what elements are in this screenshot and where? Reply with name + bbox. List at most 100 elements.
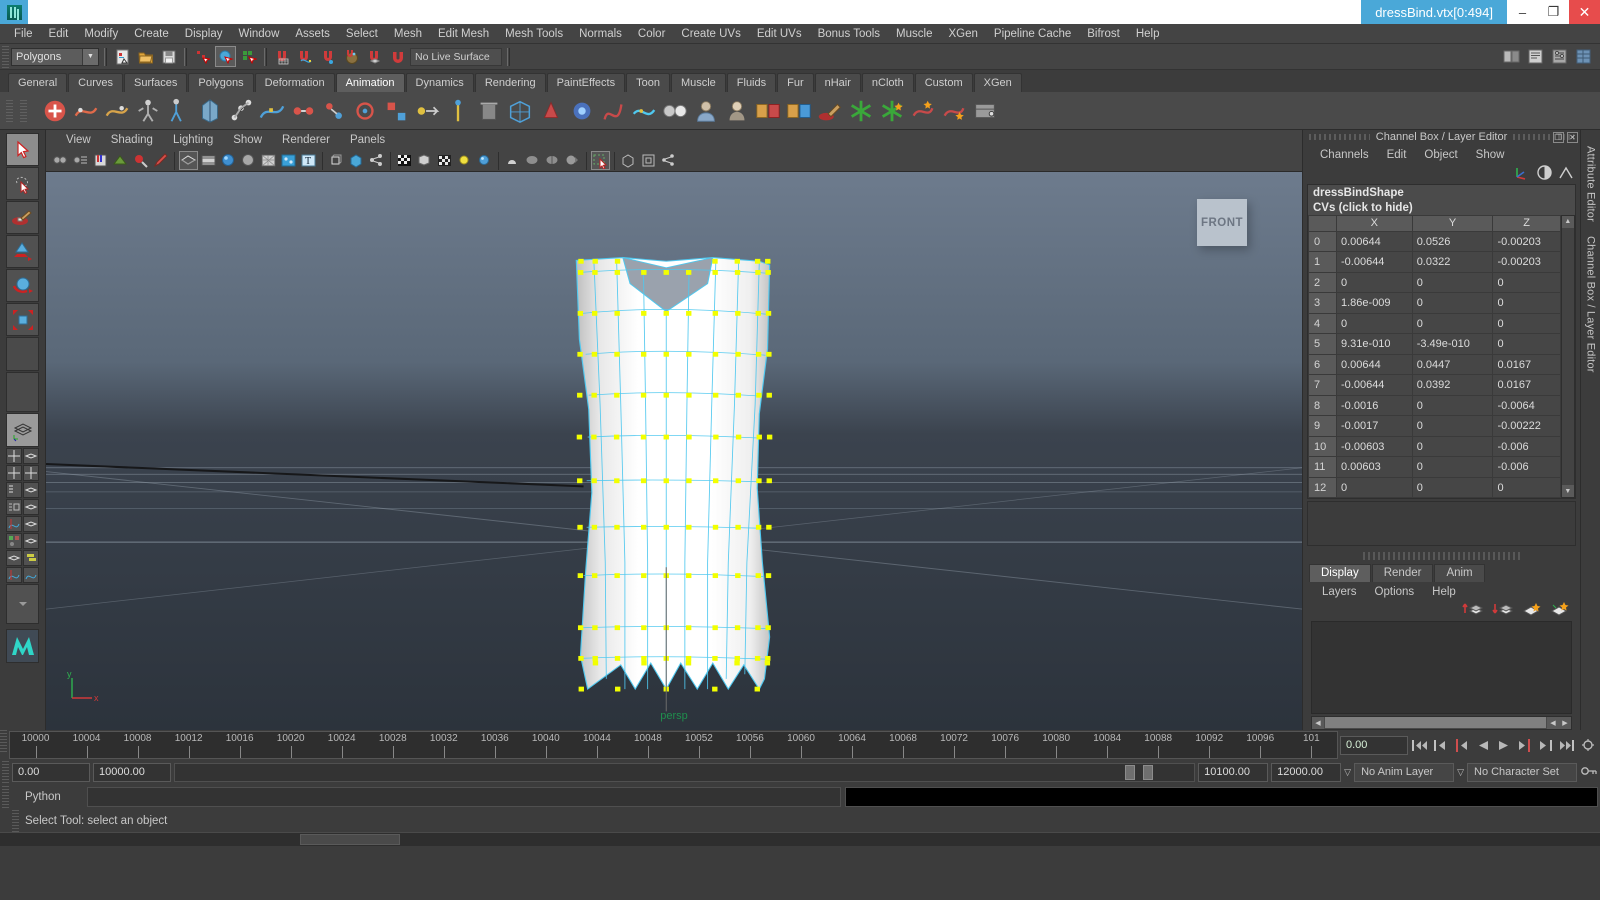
- share-viewport-icon[interactable]: [367, 151, 386, 170]
- show-hide-editors-icon[interactable]: [1501, 46, 1522, 67]
- cv-x-value[interactable]: 0: [1336, 271, 1413, 294]
- range-grip[interactable]: [2, 761, 9, 783]
- make-live-icon[interactable]: [387, 46, 408, 67]
- character-set-dropdown[interactable]: No Character Set: [1467, 762, 1577, 782]
- snap-to-point-icon[interactable]: [318, 46, 339, 67]
- deformer-lattice-icon[interactable]: [505, 95, 535, 127]
- snap-to-grid-icon[interactable]: [272, 46, 293, 67]
- time-tick[interactable]: 10020: [265, 732, 316, 758]
- graph-editor-layout-icon[interactable]: [6, 516, 22, 532]
- cv-z-value[interactable]: -0.00203: [1492, 251, 1561, 273]
- constraint-aim-icon[interactable]: [412, 95, 442, 127]
- cv-y-value[interactable]: 0: [1411, 271, 1494, 294]
- grease-pencil-icon[interactable]: [151, 151, 170, 170]
- add-breakdown-icon[interactable]: [939, 95, 969, 127]
- motion-trail-icon[interactable]: [753, 95, 783, 127]
- text-display-icon[interactable]: T: [299, 151, 318, 170]
- layer-tab-render[interactable]: Render: [1371, 564, 1434, 583]
- multilister-layout-icon[interactable]: [23, 550, 39, 566]
- layer-list[interactable]: [1311, 621, 1572, 714]
- scroll-down-icon[interactable]: ▼: [1561, 485, 1574, 498]
- set-key-icon[interactable]: [40, 95, 70, 127]
- layer-menu-help[interactable]: Help: [1423, 586, 1465, 598]
- menu-item-edit-mesh[interactable]: Edit Mesh: [430, 24, 497, 44]
- layer-editor-drag-handle[interactable]: [1363, 551, 1520, 561]
- menu-item-bonus-tools[interactable]: Bonus Tools: [810, 24, 888, 44]
- shelf-editor-icon[interactable]: [970, 95, 1000, 127]
- shelf-tab-muscle[interactable]: Muscle: [670, 73, 726, 92]
- time-tick[interactable]: 10056: [724, 732, 775, 758]
- time-tick[interactable]: 10068: [878, 732, 929, 758]
- set-driven-key-icon[interactable]: [102, 95, 132, 127]
- menu-item-file[interactable]: File: [6, 24, 41, 44]
- menu-item-pipeline-cache[interactable]: Pipeline Cache: [986, 24, 1079, 44]
- command-input[interactable]: [87, 787, 841, 807]
- command-output[interactable]: [844, 787, 1598, 807]
- table-row[interactable]: 8 -0.0016 0 -0.0064: [1308, 394, 1561, 417]
- character-set-dropdown-arrow[interactable]: ▽: [1457, 767, 1464, 778]
- time-slider[interactable]: 10000 10004 10008 10012 10016 10020 10024 10028…: [9, 731, 1338, 759]
- cv-column-header-Y[interactable]: Y: [1411, 214, 1494, 232]
- persp-view-layout-icon[interactable]: [23, 448, 39, 464]
- viewport-menu-view[interactable]: View: [56, 134, 101, 146]
- cv-x-value[interactable]: -0.0017: [1336, 415, 1413, 437]
- scroll-up-icon[interactable]: ▲: [1561, 215, 1574, 228]
- cv-x-value[interactable]: 0.00644: [1336, 230, 1413, 253]
- snap-to-projected-center-icon[interactable]: [341, 46, 362, 67]
- shadow-soft-icon[interactable]: [523, 151, 542, 170]
- shelf-tab-custom[interactable]: Custom: [914, 73, 973, 92]
- two-pane-stacked-layout-icon[interactable]: [23, 465, 39, 481]
- shelf-tab-fluids[interactable]: Fluids: [726, 73, 777, 92]
- last-tool-slot[interactable]: [6, 337, 39, 371]
- table-row[interactable]: 1 -0.00644 0.0322 -0.00203: [1308, 251, 1561, 273]
- show-hide-attribute-editor-icon[interactable]: [1525, 46, 1546, 67]
- time-tick[interactable]: 10008: [112, 732, 163, 758]
- shadow-cast-icon[interactable]: [563, 151, 582, 170]
- time-tick[interactable]: 10092: [1184, 732, 1235, 758]
- time-tick[interactable]: 10088: [1133, 732, 1184, 758]
- cv-x-value[interactable]: -0.00644: [1336, 374, 1413, 396]
- panel-zoom-icon[interactable]: [639, 151, 658, 170]
- xray-joints-icon[interactable]: [347, 151, 366, 170]
- snap-to-view-plane-icon[interactable]: [364, 46, 385, 67]
- time-tick[interactable]: 10016: [214, 732, 265, 758]
- xray-display-icon[interactable]: [327, 151, 346, 170]
- scale-tool-icon[interactable]: [6, 303, 39, 336]
- wireframe-shading-icon[interactable]: [179, 151, 198, 170]
- channel-box-menu-object[interactable]: Object: [1415, 149, 1466, 161]
- 3d-viewport[interactable]: FRONT y x persp: [46, 172, 1302, 730]
- time-tick[interactable]: 10096: [1235, 732, 1286, 758]
- cv-z-value[interactable]: -0.006: [1492, 456, 1561, 478]
- shelf-tab-surfaces[interactable]: Surfaces: [123, 73, 188, 92]
- constraint-orient-icon[interactable]: [350, 95, 380, 127]
- cv-y-value[interactable]: 0: [1411, 476, 1494, 499]
- pole-vector-icon[interactable]: [443, 95, 473, 127]
- ik-handle-icon[interactable]: [164, 95, 194, 127]
- viewport-menu-shading[interactable]: Shading: [101, 134, 163, 146]
- persp-outliner-layout-icon[interactable]: [6, 550, 22, 566]
- menu-item-edit[interactable]: Edit: [41, 24, 77, 44]
- table-row[interactable]: 9 -0.0017 0 -0.00222: [1308, 415, 1561, 437]
- ik-spline-icon[interactable]: [257, 95, 287, 127]
- animation-preferences-icon[interactable]: [1578, 736, 1597, 755]
- shelf-grip-2[interactable]: [20, 100, 27, 122]
- time-tick[interactable]: 10012: [163, 732, 214, 758]
- create-skeleton-icon[interactable]: [133, 95, 163, 127]
- channel-box-subtitle[interactable]: CVs (click to hide): [1308, 200, 1575, 215]
- range-handle-left[interactable]: [1125, 764, 1135, 780]
- cv-y-value[interactable]: 0: [1411, 415, 1494, 437]
- table-row[interactable]: 2000: [1308, 271, 1561, 294]
- cv-z-value[interactable]: 0: [1492, 271, 1561, 294]
- move-tool-icon[interactable]: [6, 235, 39, 268]
- play-backwards-button[interactable]: [1473, 736, 1492, 755]
- hscroll-right-icon-2[interactable]: ▶: [1559, 716, 1571, 729]
- cv-y-value[interactable]: 0: [1411, 435, 1494, 458]
- cv-x-value[interactable]: 0: [1336, 312, 1413, 335]
- cv-column-header-X[interactable]: X: [1336, 214, 1413, 232]
- play-forwards-button[interactable]: [1494, 736, 1513, 755]
- camera-attributes-icon[interactable]: [71, 151, 90, 170]
- cv-z-value[interactable]: -0.00203: [1492, 230, 1561, 253]
- menu-item-modify[interactable]: Modify: [76, 24, 126, 44]
- layer-tab-display[interactable]: Display: [1309, 564, 1371, 583]
- constraint-scale-icon[interactable]: [381, 95, 411, 127]
